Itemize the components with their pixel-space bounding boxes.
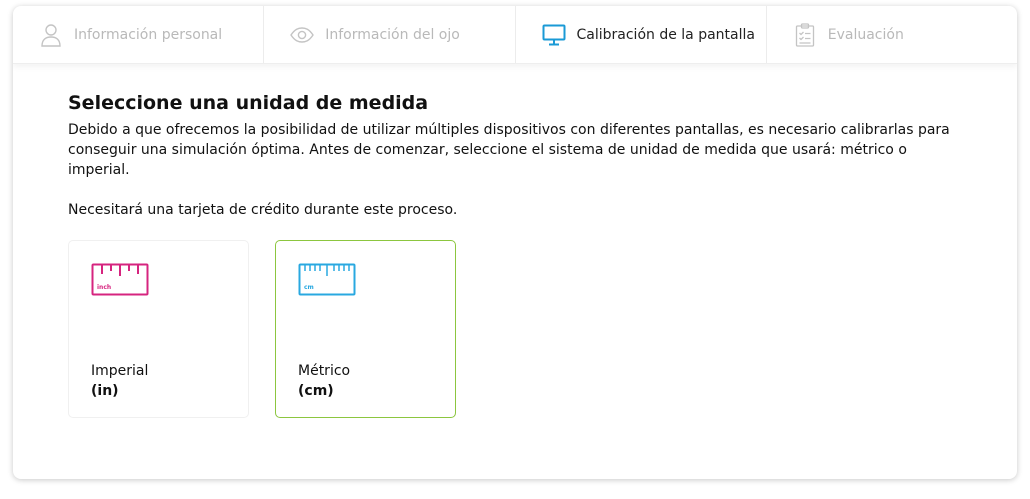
- ruler-cm-icon: cm: [298, 263, 356, 301]
- page-title: Seleccione una unidad de medida: [68, 92, 429, 114]
- monitor-icon: [542, 23, 566, 47]
- ruler-label: cm: [304, 284, 314, 291]
- tab-eye-info[interactable]: Información del ojo: [264, 6, 516, 63]
- option-name: Imperial: [91, 363, 149, 379]
- tab-label: Información personal: [74, 26, 223, 43]
- page-description: Debido a que ofrecemos la posibilidad de…: [68, 122, 950, 178]
- eye-icon: [290, 23, 315, 47]
- option-metric[interactable]: cm Métrico (cm): [275, 240, 456, 418]
- main-content: Seleccione una unidad de medida Debido a…: [13, 64, 1017, 418]
- option-imperial[interactable]: inch Imperial (in): [68, 240, 249, 418]
- option-name: Métrico: [298, 363, 351, 379]
- tab-personal-info[interactable]: Información personal: [13, 6, 265, 63]
- tab-label: Calibración de la pantalla: [576, 26, 755, 43]
- tab-evaluation[interactable]: Evaluación: [767, 6, 1017, 63]
- tab-label: Evaluación: [827, 26, 904, 43]
- clipboard-checklist-icon: [793, 22, 817, 47]
- unit-options: inch Imperial (in) cm Métrico (cm): [68, 240, 962, 418]
- credit-card-note: Necesitará una tarjeta de crédito durant…: [68, 202, 458, 218]
- calibration-card: Información personal Información del ojo…: [13, 6, 1017, 479]
- wizard-tabs: Información personal Información del ojo…: [13, 6, 1017, 64]
- ruler-inch-icon: inch: [91, 263, 149, 301]
- tab-label: Información del ojo: [325, 26, 460, 43]
- tab-screen-calibration[interactable]: Calibración de la pantalla: [516, 6, 767, 63]
- user-icon: [39, 23, 63, 47]
- ruler-label: inch: [97, 284, 111, 291]
- option-unit: (cm): [298, 383, 334, 399]
- option-unit: (in): [91, 383, 119, 399]
